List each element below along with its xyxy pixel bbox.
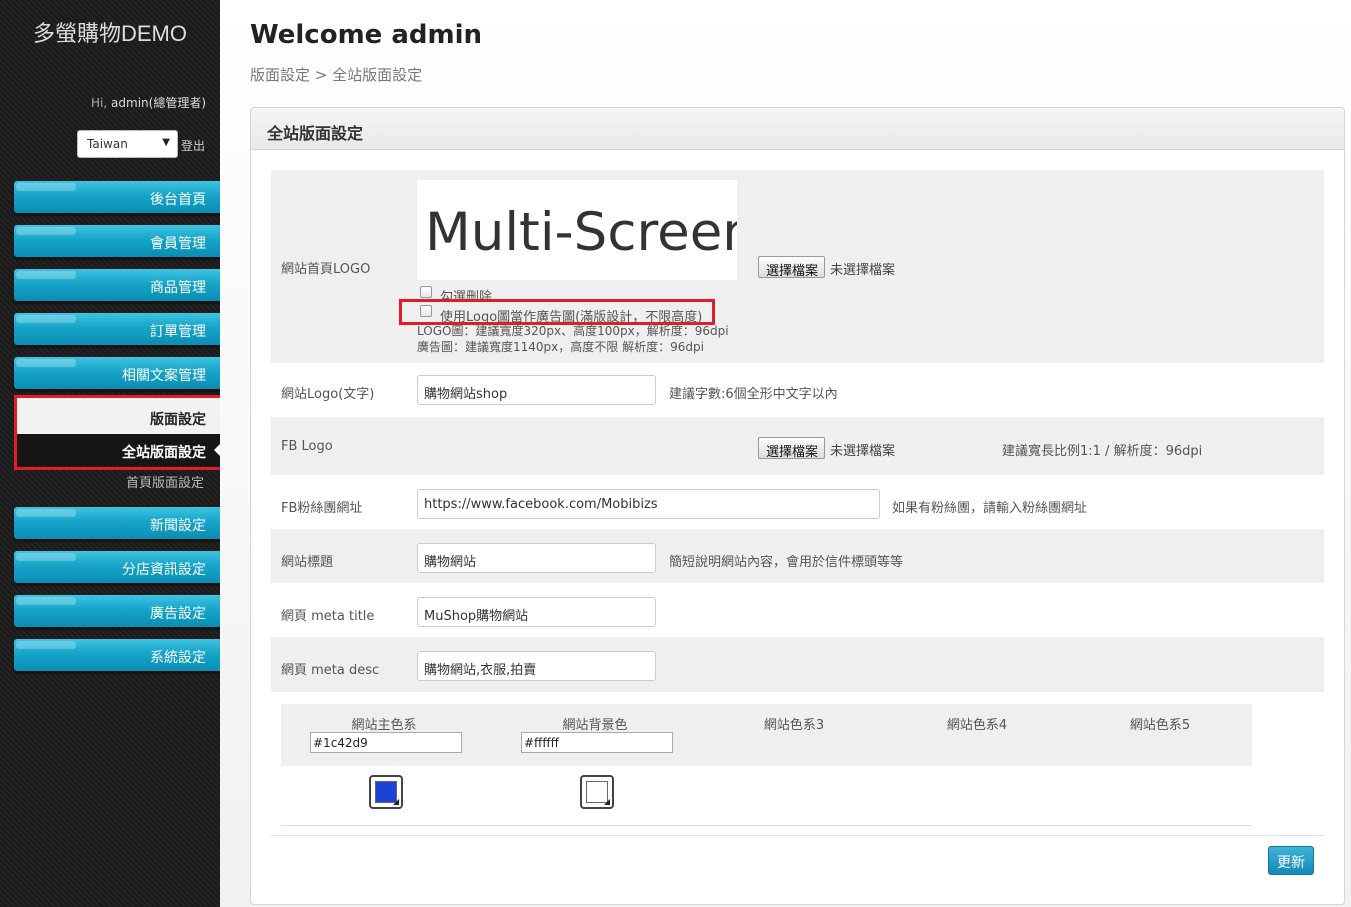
menu-item-dashboard[interactable]: 後台首頁 — [14, 181, 220, 213]
menu-item-content[interactable]: 相關文案管理 — [14, 357, 220, 389]
bg-color-label: 網站背景色 — [562, 718, 628, 733]
fb-logo-label: FB Logo — [281, 439, 333, 454]
delete-checkbox[interactable] — [420, 286, 432, 298]
color-settings: 網站主色系 #1c42d9 網站背景色 #ffffff 網站色系3 網站色系4 … — [281, 704, 1252, 766]
menu-label: 商品管理 — [150, 280, 206, 296]
breadcrumb: 版面設定 > 全站版面設定 — [250, 66, 423, 84]
menu-item-ads[interactable]: 廣告設定 — [14, 595, 220, 627]
greeting: Hi, admin(總管理者) — [91, 94, 206, 111]
menu-item-system[interactable]: 系統設定 — [14, 639, 220, 671]
menu-item-members[interactable]: 會員管理 — [14, 225, 220, 257]
logo-text-hint: 建議字數:6個全形中文字以內 — [669, 387, 838, 402]
fb-logo-hint: 建議寬長比例1:1 / 解析度：96dpi — [1002, 444, 1203, 459]
main-content: Welcome admin 版面設定 > 全站版面設定 全站版面設定 網站首頁L… — [220, 0, 1351, 907]
language-select[interactable]: Taiwan ▼ — [77, 130, 178, 158]
meta-desc-label: 網頁 meta desc — [281, 663, 380, 678]
logo-label: 網站首頁LOGO — [281, 262, 371, 277]
logo-image-text: Multi-Screen — [425, 202, 737, 263]
divider — [271, 835, 1324, 836]
fb-page-row: FB粉絲團網址 https://www.facebook.com/Mobibiz… — [271, 475, 1324, 529]
menu-label: 訂單管理 — [150, 324, 206, 340]
submenu-item-home-layout[interactable]: 首頁版面設定 — [14, 472, 220, 492]
menu-item-products[interactable]: 商品管理 — [14, 269, 220, 301]
fb-page-label: FB粉絲團網址 — [281, 501, 363, 516]
bg-color-picker[interactable] — [580, 775, 614, 809]
site-title-row: 網站標題 購物網站 簡短說明網站內容，會用於信件標頭等等 — [271, 529, 1324, 583]
menu-label: 系統設定 — [150, 650, 206, 666]
picker-corner-icon — [604, 799, 610, 805]
banner-note: 廣告圖：建議寬度1140px，高度不限 解析度：96dpi — [417, 340, 704, 354]
language-value: Taiwan — [87, 137, 128, 151]
greeting-user: admin(總管理者) — [111, 96, 206, 110]
logo-file-status: 未選擇檔案 — [830, 263, 896, 278]
color3-label: 網站色系3 — [763, 718, 825, 733]
meta-desc-row: 網頁 meta desc 購物網站,衣服,拍賣 — [271, 637, 1324, 692]
menu-item-orders[interactable]: 訂單管理 — [14, 313, 220, 345]
chevron-down-icon: ▼ — [162, 137, 170, 148]
main-color-label: 網站主色系 — [351, 718, 417, 733]
logo-file-button[interactable]: 選擇檔案 — [758, 256, 826, 279]
main-color-picker[interactable] — [369, 775, 403, 809]
fb-logo-row: FB Logo 選擇檔案 未選擇檔案 建議寬長比例1:1 / 解析度：96dpi — [271, 417, 1324, 475]
site-title-input[interactable]: 購物網站 — [417, 543, 656, 573]
menu-label: 會員管理 — [150, 236, 206, 252]
fb-page-hint: 如果有粉絲團，請輸入粉絲團網址 — [892, 501, 1088, 516]
site-title-hint: 簡短說明網站內容，會用於信件標頭等等 — [669, 555, 904, 570]
menu-label: 廣告設定 — [150, 606, 206, 622]
color5-label: 網站色系5 — [1129, 718, 1191, 733]
greeting-prefix: Hi, — [91, 96, 112, 110]
fb-page-input[interactable]: https://www.facebook.com/Mobibizs — [417, 489, 880, 519]
logout-link[interactable]: 登出 — [181, 137, 205, 154]
logo-text-input[interactable]: 購物網站shop — [417, 375, 656, 405]
update-button[interactable]: 更新 — [1268, 846, 1314, 875]
bg-color-input[interactable]: #ffffff — [521, 732, 673, 753]
logo-text-row: 網站Logo(文字) 購物網站shop 建議字數:6個全形中文字以內 — [271, 363, 1324, 417]
menu-label: 新聞設定 — [150, 518, 206, 534]
menu-label: 分店資訊設定 — [122, 562, 206, 578]
meta-title-input[interactable]: MuShop購物網站 — [417, 597, 656, 627]
logo-row: 網站首頁LOGO Multi-Screen 選擇檔案 未選擇檔案 勾選刪除 使用… — [271, 170, 1324, 363]
menu-label: 後台首頁 — [150, 192, 206, 208]
meta-title-label: 網頁 meta title — [281, 609, 375, 624]
site-title-label: 網站標題 — [281, 555, 334, 570]
meta-title-row: 網頁 meta title MuShop購物網站 — [271, 583, 1324, 637]
page-title: Welcome admin — [250, 20, 483, 50]
settings-panel: 全站版面設定 網站首頁LOGO Multi-Screen 選擇檔案 未選擇檔案 … — [250, 107, 1345, 905]
picker-corner-icon — [393, 799, 399, 805]
brand-title: 多螢購物DEMO — [32, 21, 187, 46]
color4-label: 網站色系4 — [946, 718, 1008, 733]
fb-logo-file-status: 未選擇檔案 — [830, 444, 896, 459]
panel-title: 全站版面設定 — [251, 108, 1344, 150]
menu-item-branches[interactable]: 分店資訊設定 — [14, 551, 220, 583]
menu-label: 相關文案管理 — [122, 368, 206, 384]
logo-preview: Multi-Screen — [417, 180, 737, 280]
highlight-box — [399, 299, 715, 325]
fb-logo-file-button[interactable]: 選擇檔案 — [758, 437, 826, 460]
menu-item-news[interactable]: 新聞設定 — [14, 507, 220, 539]
meta-desc-input[interactable]: 購物網站,衣服,拍賣 — [417, 651, 656, 681]
highlight-box — [14, 395, 253, 470]
divider — [281, 825, 1252, 826]
main-color-input[interactable]: #1c42d9 — [310, 732, 462, 753]
logo-text-label: 網站Logo(文字) — [281, 387, 375, 402]
